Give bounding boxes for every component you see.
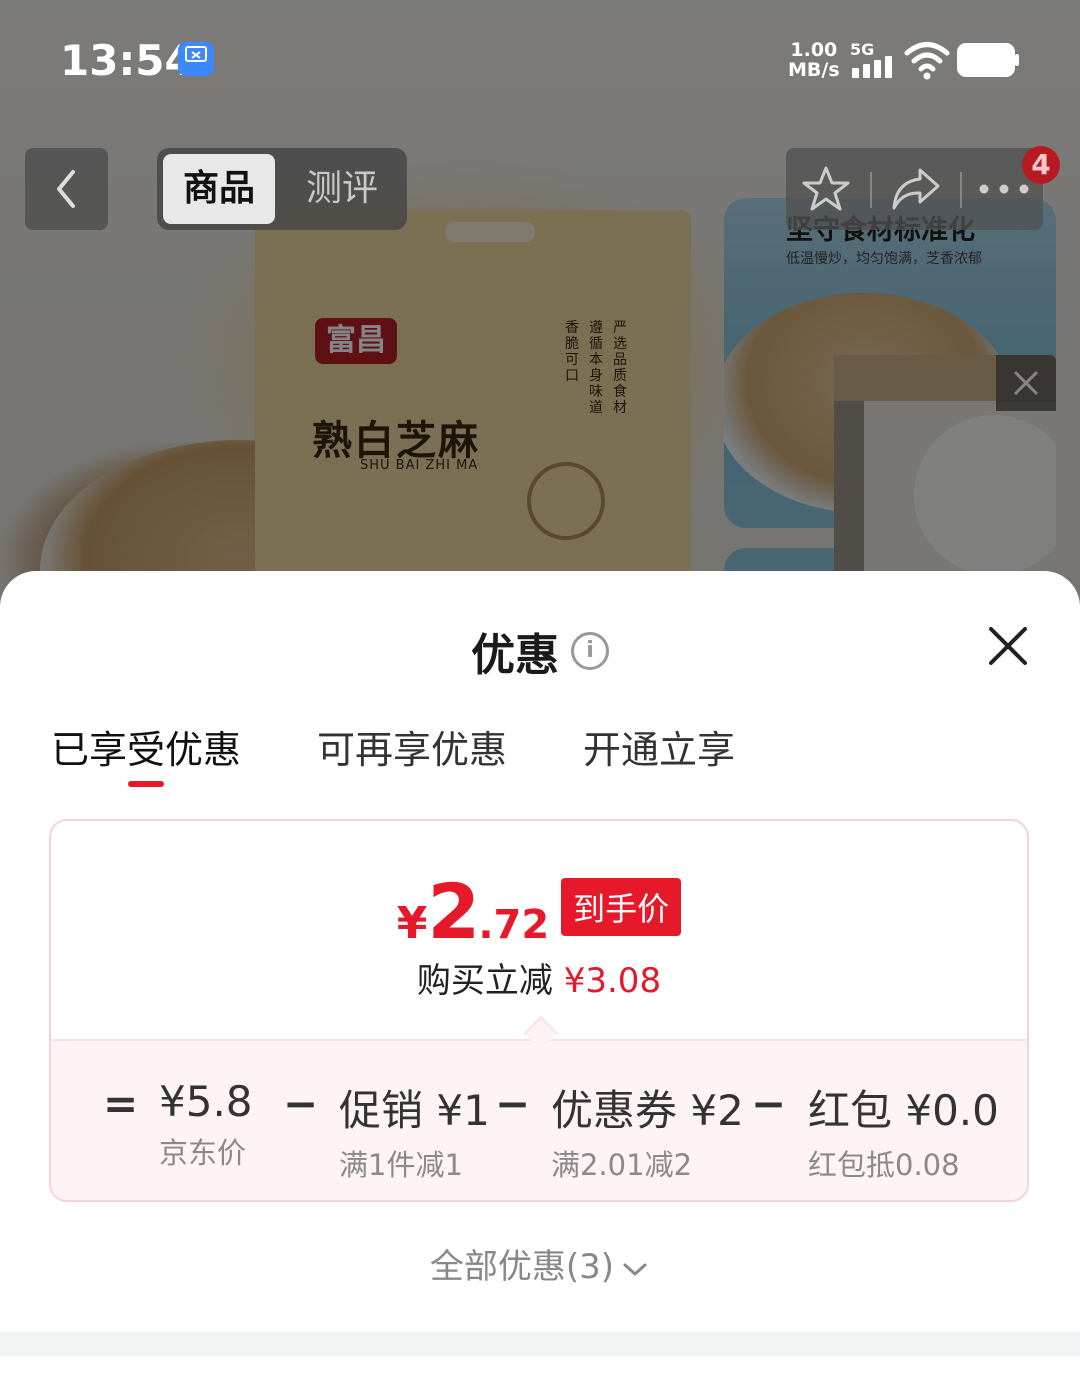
breakdown-jd-price-label: 京东价 bbox=[159, 1136, 247, 1170]
nav-actions bbox=[786, 148, 1043, 230]
savings-value: ¥3.08 bbox=[563, 961, 662, 1001]
close-icon bbox=[989, 627, 1027, 665]
price-breakdown: = ¥5.8 京东价 − 促销 ¥1 满1件减1 − 优惠券 ¥2 满2.01减… bbox=[51, 1039, 1027, 1200]
breakdown-coupon-desc: 满2.01减2 bbox=[551, 1148, 693, 1182]
back-button[interactable] bbox=[25, 148, 108, 230]
all-offers-toggle[interactable]: 全部优惠(3) bbox=[0, 1239, 1080, 1288]
active-tab-indicator bbox=[128, 781, 164, 787]
price-decimal: .72 bbox=[478, 902, 550, 948]
tab-more-available[interactable]: 可再享优惠 bbox=[317, 719, 507, 774]
battery-icon bbox=[957, 43, 1019, 77]
final-price-badge: 到手价 bbox=[561, 878, 682, 936]
minus-sign: − bbox=[495, 1079, 531, 1128]
more-dots-icon bbox=[979, 184, 1029, 194]
tab-product[interactable]: 商品 bbox=[163, 154, 275, 224]
breakdown-item: 优惠券 ¥2 满2.01减2 bbox=[551, 1077, 744, 1184]
breakdown-item: 红包 ¥0.0 红包抵0.08 bbox=[808, 1077, 999, 1184]
section-divider bbox=[0, 1332, 1080, 1356]
sheet-title: 优惠 bbox=[471, 630, 559, 681]
breakdown-coupon: 优惠券 ¥2 bbox=[551, 1086, 744, 1135]
breakdown-redpacket-desc: 红包抵0.08 bbox=[808, 1148, 960, 1182]
breakdown-item: 促销 ¥1 满1件减1 bbox=[339, 1077, 490, 1184]
price-summary-card: ¥2.72 到手价 购买立减 ¥3.08 = ¥5.8 京东价 − 促销 ¥1 满… bbox=[49, 819, 1029, 1202]
breakdown-item: ¥5.8 京东价 bbox=[159, 1077, 253, 1172]
signal-icon bbox=[852, 56, 892, 78]
tab-review[interactable]: 测评 bbox=[297, 154, 387, 224]
sheet-header: 优惠 i bbox=[0, 619, 1080, 683]
wifi-icon bbox=[904, 42, 950, 80]
price-integer: 2 bbox=[427, 867, 480, 956]
minus-sign: − bbox=[751, 1079, 787, 1128]
equals-sign: = bbox=[103, 1079, 139, 1128]
tab-enjoyed[interactable]: 已享受优惠 bbox=[51, 719, 241, 774]
breakdown-promotion: 促销 ¥1 bbox=[339, 1086, 490, 1135]
screen-record-icon bbox=[178, 42, 214, 76]
tab-activate[interactable]: 开通立享 bbox=[583, 719, 735, 774]
all-offers-label: 全部优惠(3) bbox=[429, 1247, 615, 1287]
breakdown-jd-price: ¥5.8 bbox=[159, 1077, 253, 1126]
final-price: ¥2.72 到手价 bbox=[51, 867, 1027, 956]
discount-tabs: 已享受优惠 可再享优惠 开通立享 bbox=[0, 719, 1080, 789]
chevron-down-icon bbox=[623, 1263, 647, 1275]
info-icon[interactable]: i bbox=[571, 632, 609, 670]
minus-sign: − bbox=[283, 1079, 319, 1128]
share-icon bbox=[892, 168, 940, 210]
chevron-left-icon bbox=[57, 170, 75, 208]
savings-line: 购买立减 ¥3.08 bbox=[51, 953, 1027, 1002]
star-icon bbox=[802, 166, 850, 211]
price-currency: ¥ bbox=[396, 898, 428, 949]
sheet-close-button[interactable] bbox=[985, 623, 1031, 669]
status-time: 13:54 bbox=[60, 36, 194, 85]
discount-sheet: 优惠 i 已享受优惠 可再享优惠 开通立享 ¥2.72 到手价 购买立减 ¥3.08… bbox=[0, 571, 1080, 1398]
savings-label: 购买立减 bbox=[416, 961, 553, 1001]
favorite-button[interactable] bbox=[786, 148, 866, 230]
status-bar: 13:54 1.00 MB/s 5G bbox=[0, 0, 1080, 110]
network-speed: 1.00 MB/s bbox=[788, 39, 840, 81]
breakdown-promotion-desc: 满1件减1 bbox=[339, 1148, 463, 1182]
cart-count-badge: 4 bbox=[1022, 146, 1060, 184]
breakdown-redpacket: 红包 ¥0.0 bbox=[808, 1086, 999, 1135]
share-button[interactable] bbox=[876, 148, 956, 230]
page-tabs: 商品 测评 bbox=[157, 148, 407, 230]
